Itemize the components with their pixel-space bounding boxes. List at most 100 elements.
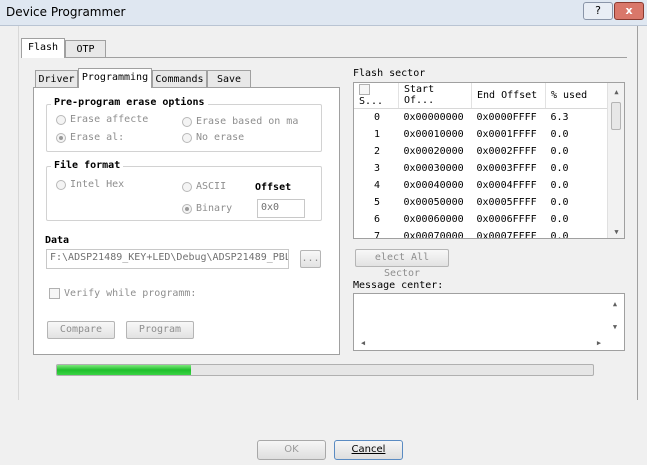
progress-fill [57, 365, 191, 375]
col-s-label: S... [359, 95, 384, 107]
sector-end: 0x0003FFFF [476, 162, 537, 174]
verify-checkbox[interactable] [49, 288, 60, 299]
compare-button[interactable]: Compare [47, 321, 115, 339]
data-path-input[interactable]: F:\ADSP21489_KEY+LED\Debug\ADSP21489_PBL… [46, 249, 289, 269]
tab-commands[interactable]: Commands [152, 70, 207, 88]
erase-map-radio[interactable] [182, 117, 192, 127]
sector-used: 0.0 [550, 230, 569, 239]
sector-start: 0x00070000 [403, 230, 464, 239]
sector-scrollbar[interactable]: ▲ ▼ [607, 83, 624, 238]
sector-col-s[interactable]: S... [354, 83, 399, 109]
sector-index: 4 [374, 179, 381, 191]
erase-all-label: Erase al: [70, 132, 125, 143]
sector-used: 0.0 [550, 179, 569, 191]
cancel-button[interactable]: Cancel [334, 440, 403, 460]
select-all-sectors-button[interactable]: elect All Sector [355, 249, 449, 279]
ok-button[interactable]: OK [257, 440, 326, 460]
offset-label: Offset [255, 182, 292, 193]
data-label: Data [45, 235, 70, 246]
sector-end: 0x0007FFFF [476, 230, 537, 239]
msg-scroll-right-arrow[interactable]: ▶ [594, 338, 604, 348]
table-row[interactable]: 3 0x00030000 0x0003FFFF 0.0 [354, 160, 610, 177]
verify-label: Verify while programm: [64, 288, 197, 299]
ascii-radio[interactable] [182, 182, 192, 192]
sector-index: 5 [374, 196, 381, 208]
sector-end: 0x0001FFFF [476, 128, 537, 140]
sector-end: 0x0005FFFF [476, 196, 537, 208]
ascii-label: ASCII [196, 181, 227, 192]
sector-index: 3 [374, 162, 381, 174]
sector-start: 0x00010000 [403, 128, 464, 140]
erase-map-label: Erase based on map [196, 116, 298, 127]
progress-bar [56, 364, 594, 376]
sector-start: 0x00020000 [403, 145, 464, 157]
table-row[interactable]: 6 0x00060000 0x0006FFFF 0.0 [354, 211, 610, 228]
sector-start: 0x00040000 [403, 179, 464, 191]
pre-program-title: Pre-program erase options [51, 97, 208, 108]
scroll-down-arrow[interactable]: ▼ [608, 227, 624, 237]
help-button[interactable]: ? [583, 2, 613, 20]
sector-col-end[interactable]: End Offset [471, 83, 546, 109]
sector-end: 0x0004FFFF [476, 179, 537, 191]
sector-used: 0.0 [550, 213, 569, 225]
binary-radio[interactable] [182, 204, 192, 214]
message-center-title: Message center: [353, 280, 444, 291]
msg-scroll-down-arrow[interactable]: ▼ [608, 322, 622, 332]
tab-otp[interactable]: OTP [65, 40, 106, 58]
sector-index: 1 [374, 128, 381, 140]
no-erase-radio[interactable] [182, 133, 192, 143]
sector-used: 0.0 [550, 196, 569, 208]
sector-index: 7 [374, 230, 381, 239]
sector-index: 0 [374, 111, 381, 123]
window-title: Device Programmer [6, 5, 126, 19]
flash-sector-title: Flash sector [353, 68, 426, 79]
file-format-title: File format [51, 160, 124, 171]
table-row[interactable]: 5 0x00050000 0x0005FFFF 0.0 [354, 194, 610, 211]
table-row[interactable]: 1 0x00010000 0x0001FFFF 0.0 [354, 126, 610, 143]
scroll-up-arrow[interactable]: ▲ [608, 87, 624, 97]
sector-grid: S... Start Of... End Offset % used 0 0x00… [354, 83, 610, 239]
message-center-box[interactable]: ▲ ▼ ◀ ▶ [353, 293, 625, 351]
sector-end: 0x0002FFFF [476, 145, 537, 157]
flash-sector-table: S... Start Of... End Offset % used 0 0x00… [353, 82, 625, 239]
sector-start: 0x00000000 [403, 111, 464, 123]
sector-index: 2 [374, 145, 381, 157]
tab-flash[interactable]: Flash [21, 38, 65, 58]
no-erase-label: No erase [196, 132, 245, 143]
erase-affected-radio[interactable] [56, 115, 66, 125]
scroll-thumb[interactable] [611, 102, 621, 130]
sector-start: 0x00060000 [403, 213, 464, 225]
sector-used: 0.0 [550, 162, 569, 174]
select-all-checkbox[interactable] [359, 84, 370, 95]
browse-button[interactable]: ... [300, 250, 321, 268]
sector-start: 0x00030000 [403, 162, 464, 174]
tab-strip-line [21, 57, 627, 58]
msg-scroll-up-arrow[interactable]: ▲ [608, 299, 622, 309]
pre-program-group [46, 104, 322, 152]
erase-all-radio[interactable] [56, 133, 66, 143]
intel-hex-label: Intel Hex [70, 179, 125, 190]
close-button[interactable]: x [614, 2, 644, 20]
sector-end: 0x0006FFFF [476, 213, 537, 225]
table-row[interactable]: 7 0x00070000 0x0007FFFF 0.0 [354, 228, 610, 239]
sector-end: 0x0000FFFF [476, 111, 537, 123]
sector-rows: 0 0x00000000 0x0000FFFF 6.3 1 0x00010000 0x000… [354, 108, 610, 239]
sector-col-used[interactable]: % used [545, 83, 610, 109]
table-row[interactable]: 2 0x00020000 0x0002FFFF 0.0 [354, 143, 610, 160]
sector-used: 0.0 [550, 128, 569, 140]
intel-hex-radio[interactable] [56, 180, 66, 190]
program-button[interactable]: Program [126, 321, 194, 339]
table-row[interactable]: 4 0x00040000 0x0004FFFF 0.0 [354, 177, 610, 194]
sector-header-row: S... Start Of... End Offset % used [354, 83, 610, 109]
sector-col-start[interactable]: Start Of... [398, 83, 472, 109]
tab-programming[interactable]: Programming [78, 68, 152, 88]
sector-used: 6.3 [550, 111, 569, 123]
tab-save[interactable]: Save [207, 70, 251, 88]
tab-driver[interactable]: Driver [35, 70, 78, 88]
msg-scroll-left-arrow[interactable]: ◀ [358, 338, 368, 348]
erase-affected-label: Erase affecte [70, 114, 149, 125]
binary-label: Binary [196, 203, 233, 214]
table-row[interactable]: 0 0x00000000 0x0000FFFF 6.3 [354, 108, 610, 126]
sector-used: 0.0 [550, 145, 569, 157]
offset-input[interactable]: 0x0 [257, 199, 305, 218]
